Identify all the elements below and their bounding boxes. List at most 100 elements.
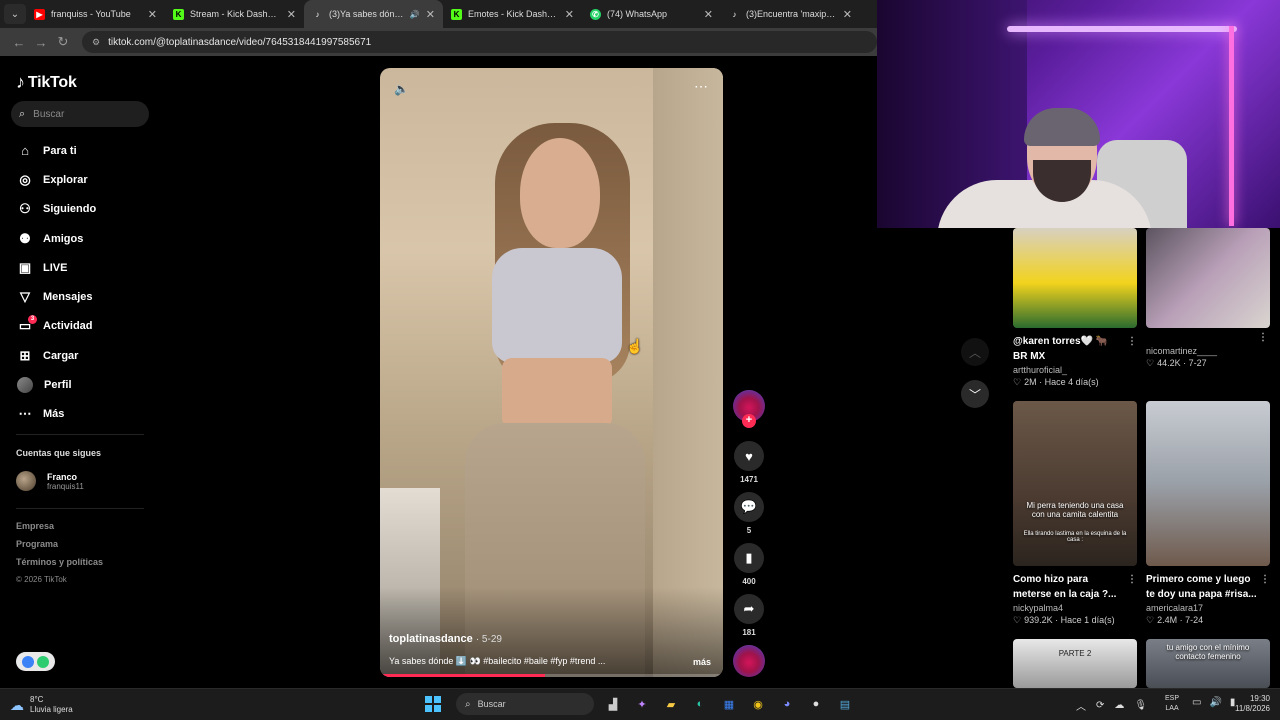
volume-icon[interactable]: 🔈 bbox=[394, 82, 409, 96]
video-author[interactable]: toplatinasdance · 5-29 bbox=[389, 633, 502, 645]
video-thumbnail[interactable]: tu amigo con el mínimo contacto femenino bbox=[1146, 639, 1270, 688]
tab-search-button[interactable]: ⌄ bbox=[4, 4, 26, 24]
related-video-card[interactable]: nicomartinez____ ♡ 44.2K · 7-27 ⋮ bbox=[1146, 228, 1270, 369]
tab-youtube[interactable]: ▶ franquiss - YouTube ✕ bbox=[26, 0, 165, 28]
microphone-icon[interactable]: 🎙 bbox=[1134, 700, 1147, 711]
kebab-icon[interactable]: ⋮ bbox=[1127, 334, 1137, 349]
close-icon[interactable]: ✕ bbox=[287, 8, 296, 21]
nav-item-perfil[interactable]: Perfil bbox=[16, 370, 96, 399]
video-thumbnail[interactable]: Mi perra teniendo una casa con una camit… bbox=[1013, 401, 1137, 566]
tab-whatsapp[interactable]: ✆ (74) WhatsApp ✕ bbox=[582, 0, 721, 28]
url-field[interactable]: ⚙ tiktok.com/@toplatinasdance/video/7645… bbox=[82, 31, 877, 53]
clock[interactable]: 19:30 11/8/2026 bbox=[1228, 694, 1270, 714]
video-thumbnail[interactable] bbox=[1146, 401, 1270, 566]
time: 19:30 bbox=[1249, 694, 1270, 703]
reload-icon[interactable]: ↻ bbox=[52, 34, 74, 50]
more-icon: ⋯ bbox=[18, 406, 32, 422]
close-icon[interactable]: ✕ bbox=[426, 8, 435, 21]
taskbar-search[interactable]: ⌕ Buscar bbox=[456, 693, 594, 715]
tab-tiktok-search[interactable]: ♪ (3)Encuentra 'maxipostigo' ✕ bbox=[721, 0, 860, 28]
nav-item-mensajes[interactable]: ▽ Mensajes bbox=[16, 282, 96, 311]
card-author[interactable]: nicomartinez____ bbox=[1146, 346, 1270, 356]
tab-kick-stream[interactable]: K Stream - Kick Dashboard ✕ bbox=[165, 0, 304, 28]
footer-link-programa[interactable]: Programa bbox=[16, 539, 103, 557]
save-button[interactable]: ▮ bbox=[734, 543, 764, 573]
follow-plus-icon[interactable]: + bbox=[742, 414, 756, 428]
nav-item-siguiendo[interactable]: ⚇ Siguiendo bbox=[16, 195, 96, 224]
cloud-icon[interactable]: ☁ bbox=[1114, 700, 1124, 711]
weather-condition: Lluvia ligera bbox=[30, 705, 73, 714]
app-download-pill[interactable] bbox=[16, 652, 55, 671]
card-meta: ♡ 939.2K · Hace 1 día(s) bbox=[1013, 615, 1115, 625]
monitor-icon[interactable]: ▭ bbox=[1192, 697, 1201, 708]
tab-kick-emotes[interactable]: K Emotes - Kick Dashboard ✕ bbox=[443, 0, 582, 28]
site-info-icon[interactable]: ⚙ bbox=[92, 37, 100, 48]
next-video-button[interactable]: ﹀ bbox=[961, 380, 989, 408]
card-author[interactable]: artthuroficial_ bbox=[1013, 365, 1137, 375]
copilot-icon[interactable]: ✦ bbox=[632, 694, 652, 714]
video-thumbnail[interactable]: PARTE 2 bbox=[1013, 639, 1137, 688]
card-author[interactable]: americalara17 bbox=[1146, 603, 1270, 613]
footer-link-empresa[interactable]: Empresa bbox=[16, 521, 103, 539]
language-indicator[interactable]: ESP LAA bbox=[1165, 694, 1179, 714]
kebab-icon[interactable]: ⋮ bbox=[1260, 572, 1270, 587]
following-account[interactable]: Franco franquis11 bbox=[16, 471, 84, 491]
video-thumbnail[interactable] bbox=[1013, 228, 1137, 328]
like-count: 939.2K bbox=[1024, 615, 1053, 625]
footer-link-terminos[interactable]: Términos y políticas bbox=[16, 557, 103, 575]
volume-icon[interactable]: 🔊 bbox=[1209, 697, 1221, 708]
chevron-up-icon[interactable]: ︿ bbox=[1076, 698, 1086, 713]
previous-video-button[interactable]: ︿ bbox=[961, 338, 989, 366]
related-video-card[interactable]: Mi perra teniendo una casa con una camit… bbox=[1013, 401, 1137, 626]
notepad-icon[interactable]: ▤ bbox=[835, 694, 855, 714]
file-explorer-icon[interactable]: ▰ bbox=[661, 694, 681, 714]
windows-taskbar: ☁ 8°C Lluvia ligera ⌕ Buscar ▟ ✦ ▰ ◐ ▦ ◉… bbox=[0, 688, 1280, 720]
nav-item-para-ti[interactable]: ⌂ Para ti bbox=[16, 136, 96, 165]
more-options-icon[interactable]: ⋯ bbox=[694, 78, 709, 95]
kebab-icon[interactable]: ⋮ bbox=[1258, 332, 1268, 343]
close-icon[interactable]: ✕ bbox=[565, 8, 574, 21]
chrome-icon[interactable]: ◉ bbox=[748, 694, 768, 714]
share-icon: ➦ bbox=[743, 601, 755, 616]
close-icon[interactable]: ✕ bbox=[704, 8, 713, 21]
share-button[interactable]: ➦ bbox=[734, 594, 764, 624]
back-icon[interactable]: ← bbox=[8, 35, 30, 50]
forward-icon[interactable]: → bbox=[30, 35, 52, 50]
related-video-card[interactable]: Primero come y luego te doy una papa #ri… bbox=[1146, 401, 1270, 626]
tiktok-logo[interactable]: ♪ TikTok bbox=[16, 72, 77, 93]
footer-links: Empresa Programa Términos y políticas © … bbox=[16, 521, 103, 593]
nav-item-explorar[interactable]: ◎ Explorar bbox=[16, 165, 96, 194]
tab-tiktok-video[interactable]: ♪ (3)Ya sabes dónde ⬇️ 👀 🔊 ✕ bbox=[304, 0, 443, 28]
edge-icon[interactable]: ◐ bbox=[690, 694, 710, 714]
card-meta: ♡ 2M · Hace 4 día(s) bbox=[1013, 377, 1099, 387]
store-icon[interactable]: ▦ bbox=[719, 694, 739, 714]
related-video-card[interactable]: @karen torres🤍 🐂 BR MX ⋮ artthuroficial_ … bbox=[1013, 228, 1137, 388]
discord-icon[interactable]: ◕ bbox=[777, 694, 797, 714]
like-button[interactable]: ♥ bbox=[734, 441, 764, 471]
video-progress-bar[interactable] bbox=[380, 674, 723, 677]
related-video-card[interactable]: tu amigo con el mínimo contacto femenino bbox=[1146, 639, 1270, 688]
nav-item-amigos[interactable]: ⚉ Amigos bbox=[16, 224, 96, 253]
close-icon[interactable]: ✕ bbox=[148, 8, 157, 21]
comment-button[interactable]: 💬 bbox=[734, 492, 764, 522]
music-disc[interactable] bbox=[733, 645, 765, 677]
card-author[interactable]: nickypalma4 bbox=[1013, 603, 1137, 613]
creator-avatar[interactable]: + bbox=[733, 390, 765, 428]
weather-widget[interactable]: ☁ 8°C Lluvia ligera bbox=[10, 695, 73, 715]
nav-item-mas[interactable]: ⋯ Más bbox=[16, 400, 96, 429]
related-video-card[interactable]: PARTE 2 bbox=[1013, 639, 1137, 688]
kebab-icon[interactable]: ⋮ bbox=[1127, 572, 1137, 587]
close-icon[interactable]: ✕ bbox=[843, 8, 852, 21]
obs-icon[interactable]: ● bbox=[806, 694, 826, 714]
search-input[interactable]: ⌕ Buscar bbox=[11, 101, 149, 127]
windows-start-icon[interactable] bbox=[425, 696, 441, 712]
video-thumbnail[interactable] bbox=[1146, 228, 1270, 328]
speaker-icon[interactable]: 🔊 bbox=[410, 10, 420, 19]
video-player[interactable]: 🔈 ⋯ toplatinasdance · 5-29 Ya sabes dónd… bbox=[380, 68, 723, 677]
nav-item-actividad[interactable]: ▭ 3 Actividad bbox=[16, 312, 96, 341]
nav-item-cargar[interactable]: ⊞ Cargar bbox=[16, 341, 96, 370]
sync-icon[interactable]: ⟳ bbox=[1096, 700, 1104, 711]
caption-more-button[interactable]: más bbox=[693, 657, 711, 667]
nav-item-live[interactable]: ▣ LIVE bbox=[16, 253, 96, 282]
task-view-icon[interactable]: ▟ bbox=[603, 694, 623, 714]
